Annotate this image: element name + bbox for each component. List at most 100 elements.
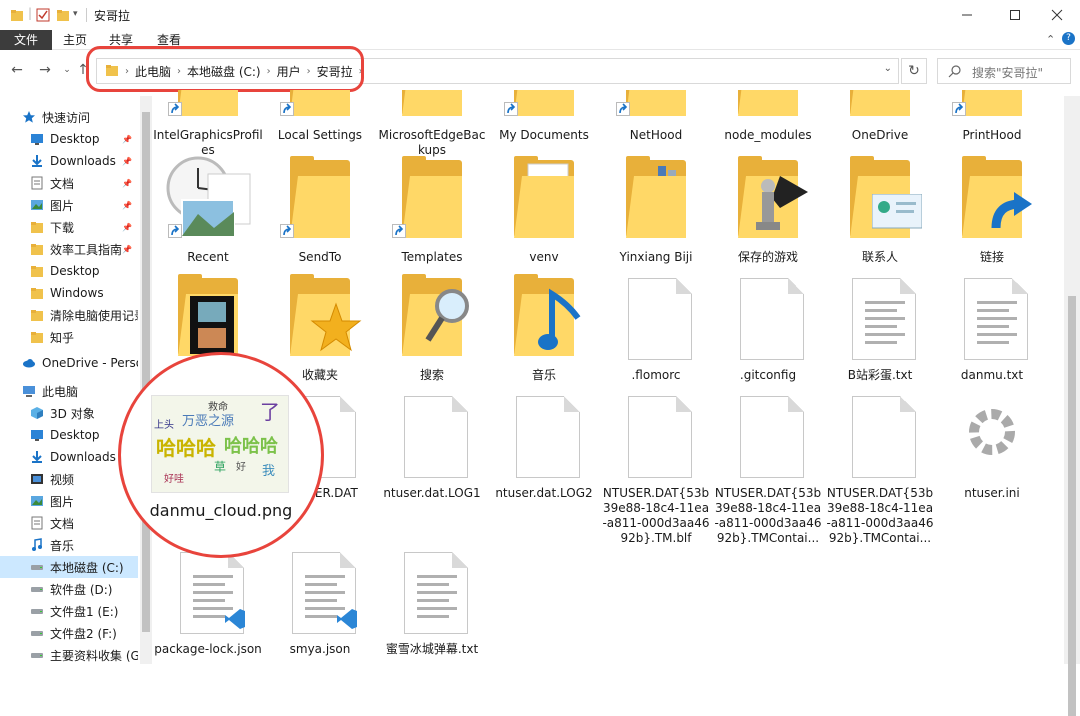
sidebar-item-label: 清除电脑使用记录 xyxy=(50,308,138,323)
scrollbar-thumb[interactable] xyxy=(1068,296,1076,716)
file-name: venv xyxy=(529,250,559,264)
folder-icon xyxy=(616,90,694,122)
tab-file[interactable]: 文件 xyxy=(0,30,52,50)
shortcut-arrow-icon xyxy=(280,102,294,116)
sidebar-item[interactable]: 清除电脑使用记录 xyxy=(0,304,138,326)
back-button[interactable]: ← xyxy=(8,61,26,79)
sidebar-item[interactable]: Desktop xyxy=(0,424,138,446)
close-button[interactable] xyxy=(1034,0,1080,30)
drive-icon xyxy=(30,582,44,596)
sidebar-item[interactable]: 软件盘 (D:) xyxy=(0,578,138,600)
folder-icon xyxy=(30,330,44,344)
sidebar-item[interactable]: 图片 xyxy=(0,490,138,512)
file-highlight-annotation: 哈哈哈 哈哈哈 万恶之源 了 救命 我 草 好 上头 好哇 danmu_clou… xyxy=(118,352,324,558)
maximize-button[interactable] xyxy=(992,0,1038,30)
sidebar-item[interactable]: 文档 📌 xyxy=(0,172,138,194)
file-item[interactable]: 蜜雪冰城弹幕.txt xyxy=(376,546,488,664)
sidebar-item[interactable]: OneDrive - Person xyxy=(0,352,138,374)
drive-icon xyxy=(30,626,44,640)
sidebar-item[interactable]: 快速访问 xyxy=(0,106,138,128)
shortcut-arrow-icon xyxy=(168,102,182,116)
properties-icon[interactable] xyxy=(36,8,50,25)
pin-icon: 📌 xyxy=(122,156,132,166)
folder-icon xyxy=(506,154,582,244)
file-icon xyxy=(166,154,251,244)
pin-icon: 📌 xyxy=(122,200,132,210)
pin-icon: 📌 xyxy=(122,134,132,144)
sidebar-item[interactable]: 主要资料收集 (G:) xyxy=(0,644,138,664)
sidebar-item[interactable]: 效率工具指南 📌 xyxy=(0,238,138,260)
wordcloud-word: 好哇 xyxy=(164,474,184,485)
file-icon xyxy=(394,390,470,480)
sidebar-item[interactable]: 文件盘1 (E:) xyxy=(0,600,138,622)
picture-icon xyxy=(30,198,44,212)
file-page-icon xyxy=(852,396,916,478)
sidebar-item[interactable]: 音乐 xyxy=(0,534,138,556)
sidebar-item[interactable]: 本地磁盘 (C:) xyxy=(0,556,138,578)
file-item[interactable]: package-lock.json xyxy=(152,546,264,664)
sidebar-item-label: 软件盘 (D:) xyxy=(50,582,113,597)
file-name: smya.json xyxy=(289,642,351,656)
file-icon xyxy=(954,272,1030,362)
forward-button[interactable]: → xyxy=(36,61,54,79)
pin-icon: 📌 xyxy=(122,178,132,188)
new-folder-icon[interactable] xyxy=(56,8,70,25)
file-icon xyxy=(282,546,358,636)
search-input[interactable]: 搜索"安哥拉" xyxy=(937,58,1071,84)
address-dropdown-icon[interactable]: ⌄ xyxy=(884,63,892,74)
sidebar-item[interactable]: 此电脑 xyxy=(0,380,138,402)
file-name: 蜜雪冰城弹幕.txt xyxy=(385,642,479,656)
file-item[interactable]: NTUSER.DAT{53b 39e88-18c4-11ea -a811-000… xyxy=(824,390,936,545)
drive-icon xyxy=(30,648,44,662)
file-item[interactable]: NTUSER.DAT{53b 39e88-18c4-11ea -a811-000… xyxy=(712,390,824,545)
wordcloud-word: 上头 xyxy=(154,420,174,431)
picture-icon xyxy=(30,494,44,508)
folder-icon xyxy=(506,272,582,362)
content-scrollbar[interactable] xyxy=(1064,96,1080,716)
computer-icon xyxy=(22,384,36,398)
sidebar-item-label: Desktop xyxy=(50,428,100,442)
file-item[interactable]: ntuser.dat.LOG2 xyxy=(488,390,600,540)
minimize-button[interactable] xyxy=(944,0,990,30)
file-icon xyxy=(170,546,246,636)
file-name: node_modules xyxy=(724,128,812,142)
ribbon-collapse-icon[interactable]: ⌃ xyxy=(1046,33,1055,46)
folder-icon xyxy=(730,154,808,244)
folder-icon xyxy=(280,90,358,122)
sidebar-item[interactable]: 图片 📌 xyxy=(0,194,138,216)
wordcloud-thumbnail[interactable]: 哈哈哈 哈哈哈 万恶之源 了 救命 我 草 好 上头 好哇 xyxy=(151,395,289,493)
address-highlight-annotation xyxy=(86,46,364,92)
file-item[interactable]: NTUSER.DAT{53b 39e88-18c4-11ea -a811-000… xyxy=(600,390,712,545)
cloud-icon xyxy=(22,356,36,370)
tab-home[interactable]: 主页 xyxy=(54,30,96,50)
file-name: 搜索 xyxy=(419,368,444,382)
highlighted-file-name[interactable]: danmu_cloud.png xyxy=(121,501,321,520)
sidebar-item[interactable]: 知乎 xyxy=(0,326,138,348)
file-name: ntuser.ini xyxy=(964,486,1020,500)
desktop-icon xyxy=(30,132,44,146)
folder-icon xyxy=(394,90,470,122)
file-item[interactable]: smya.json xyxy=(264,546,376,664)
wordcloud-word: 好 xyxy=(236,462,246,473)
file-icon xyxy=(394,546,470,636)
shortcut-arrow-icon xyxy=(168,224,182,238)
help-icon[interactable]: ? xyxy=(1062,32,1075,45)
file-icon xyxy=(730,272,806,362)
sidebar-item[interactable]: 3D 对象 xyxy=(0,402,138,424)
customize-toolbar-icon[interactable]: ▾ xyxy=(73,9,78,19)
arrow-right-icon: → xyxy=(39,62,51,78)
sidebar-item[interactable]: 视频 xyxy=(0,468,138,490)
sidebar-item[interactable]: Windows xyxy=(0,282,138,304)
sidebar-item[interactable]: Desktop xyxy=(0,260,138,282)
sidebar-item[interactable]: Desktop 📌 xyxy=(0,128,138,150)
sidebar-item[interactable]: 文件盘2 (F:) xyxy=(0,622,138,644)
sidebar-item[interactable]: Downloads 📌 xyxy=(0,150,138,172)
refresh-button[interactable]: ↻ xyxy=(901,58,927,84)
scrollbar-thumb[interactable] xyxy=(142,112,150,632)
file-item[interactable]: ntuser.dat.LOG1 xyxy=(376,390,488,540)
sidebar-item[interactable]: 文档 xyxy=(0,512,138,534)
sidebar-item[interactable]: 下载 📌 xyxy=(0,216,138,238)
sidebar-item-label: 下载 xyxy=(50,220,75,235)
wordcloud-word: 哈哈哈 xyxy=(156,436,216,460)
file-item[interactable]: ntuser.ini xyxy=(936,390,1048,540)
